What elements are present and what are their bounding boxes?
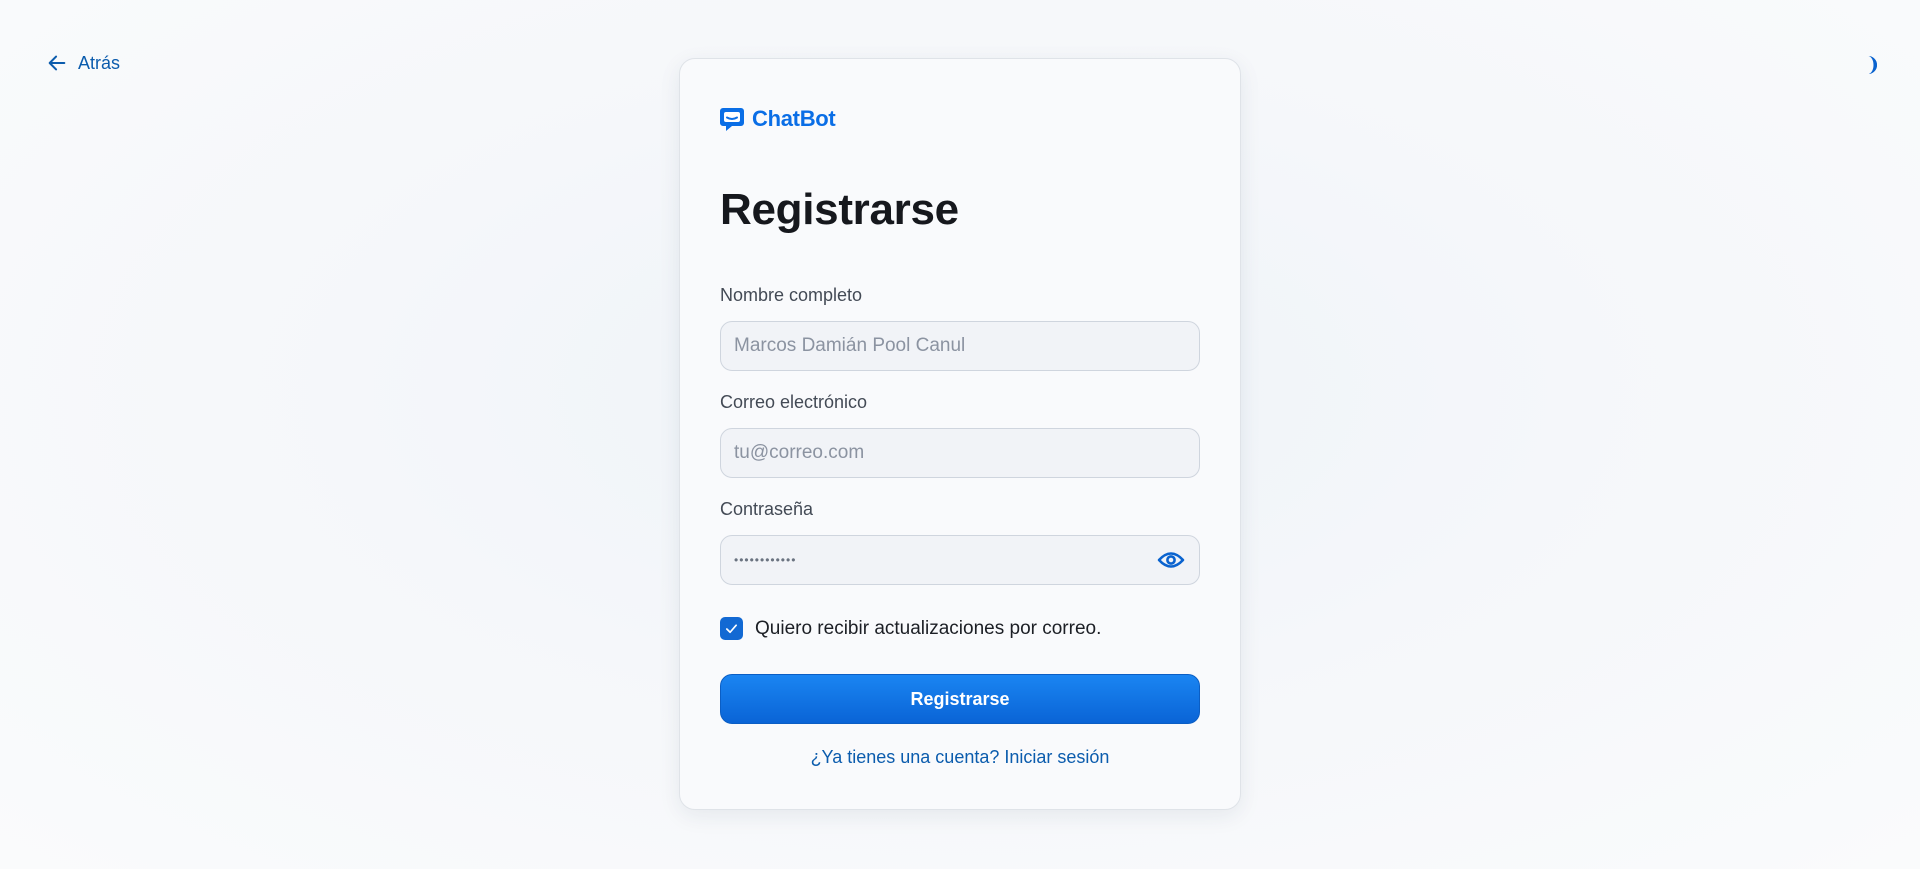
password-field-wrapper bbox=[720, 535, 1200, 585]
email-field[interactable] bbox=[721, 429, 1199, 477]
eye-icon bbox=[1157, 552, 1185, 568]
name-field-wrapper bbox=[720, 321, 1200, 371]
theme-toggle-button[interactable] bbox=[1856, 52, 1882, 78]
login-link[interactable]: ¿Ya tienes una cuenta? Iniciar sesión bbox=[680, 747, 1240, 768]
newsletter-checkbox[interactable] bbox=[720, 617, 743, 640]
newsletter-option: Quiero recibir actualizaciones por corre… bbox=[720, 617, 1101, 640]
password-label: Contraseña bbox=[720, 499, 814, 519]
page-title: Registrarse bbox=[720, 185, 959, 234]
back-link[interactable]: Atrás bbox=[46, 52, 120, 74]
logo: ChatBot bbox=[718, 105, 836, 133]
email-field-wrapper bbox=[720, 428, 1200, 478]
name-field[interactable] bbox=[721, 322, 1199, 370]
newsletter-label: Quiero recibir actualizaciones por corre… bbox=[755, 617, 1102, 639]
name-label: Nombre completo bbox=[720, 285, 863, 305]
email-label: Correo electrónico bbox=[720, 392, 868, 412]
back-label: Atrás bbox=[78, 52, 121, 73]
register-card: ChatBot Registrarse Nombre completo Corr… bbox=[679, 58, 1241, 810]
checkmark-icon bbox=[725, 624, 738, 634]
arrow-left-icon bbox=[48, 55, 66, 71]
half-moon-icon bbox=[1868, 56, 1877, 74]
chat-bubble-icon bbox=[720, 108, 744, 131]
logo-text: ChatBot bbox=[752, 106, 836, 131]
password-field[interactable] bbox=[721, 536, 1155, 584]
register-button[interactable]: Registrarse bbox=[720, 674, 1200, 724]
toggle-password-visibility-button[interactable] bbox=[1155, 544, 1187, 576]
